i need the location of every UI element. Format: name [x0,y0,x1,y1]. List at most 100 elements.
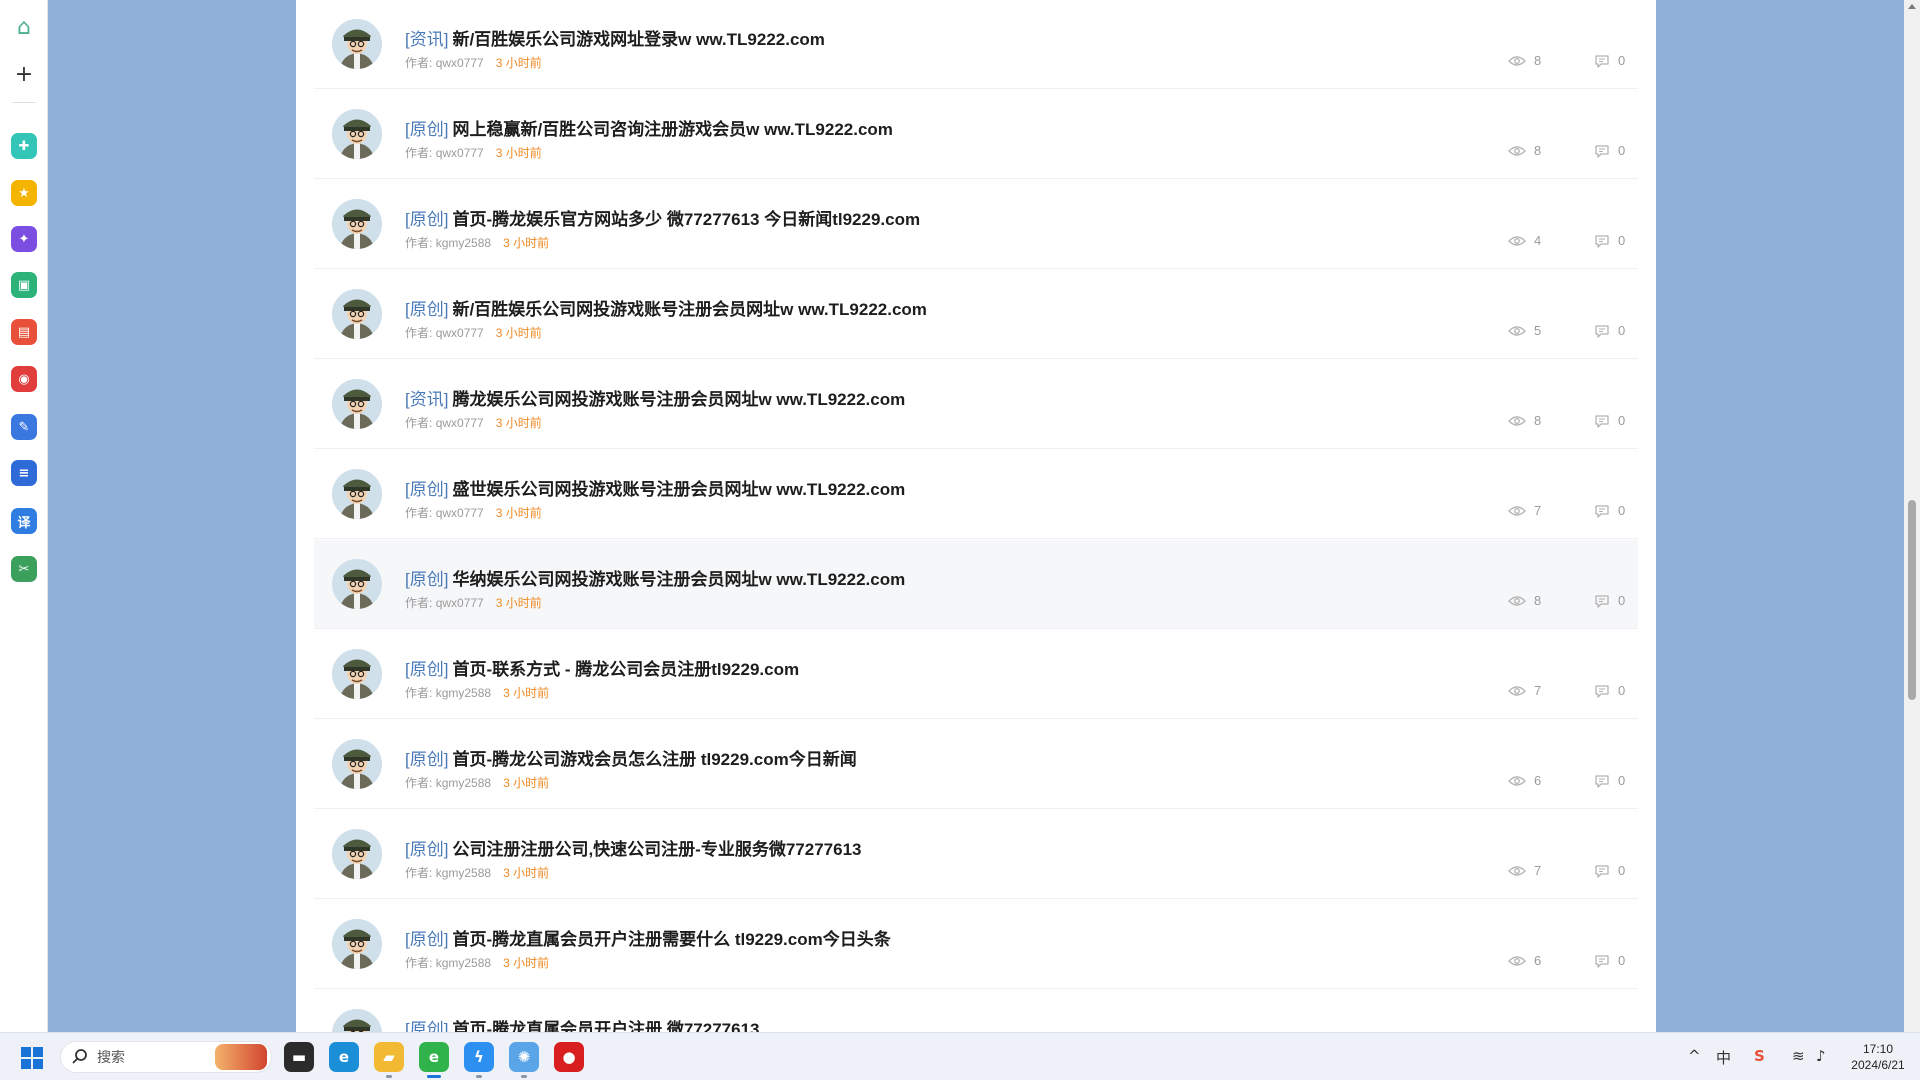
post-list-item[interactable]: [原创] 首页-腾龙直属会员开户注册 微77277613 [314,990,1638,1032]
post-list-item[interactable]: [资讯] 新/百胜娱乐公司游戏网址登录w ww.TL9222.com 作者: qwx… [314,0,1638,89]
windows-taskbar: 搜索 ▬ e ▰ e ϟ ✺ ● ^ 中 S ≋ ♪ 17:10 2024/6/21 [0,1032,1920,1080]
post-list-item[interactable]: [原创] 新/百胜娱乐公司网投游戏账号注册会员网址w ww.TL9222.com 作… [314,270,1638,359]
post-list-item[interactable]: [原创] 首页-腾龙娱乐官方网站多少 微77277613 今日新闻tl9229.c… [314,180,1638,269]
post-title-link[interactable]: 首页-联系方式 - 腾龙公司会员注册tl9229.com [452,660,799,679]
sidebar-home-icon[interactable]: ⌂ [11,14,37,40]
page-scrollbar[interactable] [1904,0,1920,1032]
eye-icon [1508,55,1526,67]
author-avatar[interactable] [332,19,382,69]
post-title-link[interactable]: 公司注册注册公司,快速公司注册-专业服务微77277613 [452,840,861,859]
author-avatar[interactable] [332,379,382,429]
author-avatar[interactable] [332,1009,382,1032]
taskbar-search-box[interactable]: 搜索 [60,1041,272,1073]
post-title-link[interactable]: 腾龙娱乐公司网投游戏账号注册会员网址w ww.TL9222.com [452,390,905,409]
post-meta: 作者: qwx0777 3 小时前 [405,144,542,161]
taskbar-edge-icon[interactable]: e [329,1042,359,1072]
post-title-link[interactable]: 首页-腾龙娱乐官方网站多少 微77277613 今日新闻tl9229.com [452,210,920,229]
post-list-item[interactable]: [原创] 首页-腾龙公司游戏会员怎么注册 tl9229.com今日新闻作者: kg… [314,720,1638,809]
author-avatar[interactable] [332,289,382,339]
taskbar-record-icon[interactable]: ● [554,1042,584,1072]
post-category-tag[interactable]: [原创] [405,930,448,949]
post-category-tag[interactable]: [原创] [405,660,448,679]
post-title-link[interactable]: 首页-腾龙直属会员开户注册 微77277613 [452,1020,759,1032]
volume-icon[interactable]: ♪ [1816,1047,1826,1065]
sidebar-ai-image-icon[interactable]: ▣ [11,272,37,298]
author-name[interactable]: kgmy2588 [436,866,491,880]
post-time: 3 小时前 [503,686,550,700]
post-title-link[interactable]: 新/百胜娱乐公司网投游戏账号注册会员网址w ww.TL9222.com [452,300,926,319]
start-button[interactable] [21,1047,43,1069]
taskbar-file-manager-icon[interactable]: ▬ [284,1042,314,1072]
post-category-tag[interactable]: [原创] [405,120,448,139]
taskbar-thunder-icon[interactable]: ϟ [464,1042,494,1072]
post-title-link[interactable]: 新/百胜娱乐公司游戏网址登录w ww.TL9222.com [452,30,824,49]
sidebar-ai-assistant-icon[interactable]: ✦ [11,226,37,252]
post-list-item[interactable]: [原创] 网上稳赢新/百胜公司咨询注册游戏会员w ww.TL9222.com 作者:… [314,90,1638,179]
post-list-item[interactable]: [原创] 首页-腾龙直属会员开户注册需要什么 tl9229.com今日头条 作者: … [314,900,1638,989]
taskbar-browser-green-icon[interactable]: e [419,1042,449,1072]
eye-icon [1508,775,1526,787]
author-name[interactable]: qwx0777 [436,56,484,70]
author-avatar[interactable] [332,739,382,789]
author-name[interactable]: qwx0777 [436,326,484,340]
post-category-tag[interactable]: [原创] [405,300,448,319]
author-name[interactable]: kgmy2588 [436,686,491,700]
taskbar-app-pinwheel-icon[interactable]: ✺ [509,1042,539,1072]
sogou-icon[interactable]: S [1754,1047,1765,1065]
author-name[interactable]: qwx0777 [436,146,484,160]
sidebar-app-green-icon[interactable]: ✚ [11,133,37,159]
sidebar-favorites-icon[interactable]: ★ [11,180,37,206]
post-title-link[interactable]: 华纳娱乐公司网投游戏账号注册会员网址w ww.TL9222.com [452,570,905,589]
post-category-tag[interactable]: [原创] [405,1020,448,1032]
author-avatar[interactable] [332,109,382,159]
post-title-link[interactable]: 首页-腾龙直属会员开户注册需要什么 tl9229.com今日头条 [452,930,890,949]
tray-chevron-icon[interactable]: ^ [1688,1047,1701,1065]
post-list-item[interactable]: [原创] 公司注册注册公司,快速公司注册-专业服务微77277613 作者: kgm… [314,810,1638,899]
post-title-link[interactable]: 盛世娱乐公司网投游戏账号注册会员网址w ww.TL9222.com [452,480,905,499]
post-category-tag[interactable]: [原创] [405,210,448,229]
post-title-link[interactable]: 首页-腾龙公司游戏会员怎么注册 tl9229.com今日新闻 [452,750,856,769]
taskbar-folder-icon[interactable]: ▰ [374,1042,404,1072]
post-list-item[interactable]: [原创] 首页-联系方式 - 腾龙公司会员注册tl9229.com 作者: kgmy… [314,630,1638,719]
post-title-link[interactable]: 网上稳赢新/百胜公司咨询注册游戏会员w ww.TL9222.com [452,120,892,139]
wifi-icon[interactable]: ≋ [1792,1047,1805,1065]
post-list-item[interactable]: [资讯] 腾龙娱乐公司网投游戏账号注册会员网址w ww.TL9222.com 作者:… [314,360,1638,449]
sidebar-ai-paint-icon[interactable]: ✎ [11,414,37,440]
post-title-line: [原创] 首页-腾龙直属会员开户注册需要什么 tl9229.com今日头条 [405,925,891,950]
sidebar-ai-pdf-icon[interactable]: ▤ [11,319,37,345]
author-name[interactable]: qwx0777 [436,506,484,520]
author-avatar[interactable] [332,469,382,519]
sidebar-ai-red-icon[interactable]: ◉ [11,366,37,392]
author-avatar[interactable] [332,919,382,969]
post-category-tag[interactable]: [原创] [405,750,448,769]
author-avatar[interactable] [332,199,382,249]
sidebar-scissors-icon[interactable]: ✂ [11,556,37,582]
author-avatar[interactable] [332,829,382,879]
view-count: 7 [1508,863,1541,878]
author-name[interactable]: qwx0777 [436,596,484,610]
author-name[interactable]: qwx0777 [436,416,484,430]
post-category-tag[interactable]: [原创] [405,570,448,589]
author-avatar[interactable] [332,559,382,609]
system-clock[interactable]: 17:10 2024/6/21 [1842,1041,1914,1073]
sidebar-add-icon[interactable]: + [11,61,37,87]
post-meta: 作者: kgmy2588 3 小时前 [405,774,549,791]
post-category-tag[interactable]: [原创] [405,480,448,499]
author-avatar[interactable] [332,649,382,699]
author-label: 作者: [405,596,433,610]
post-category-tag[interactable]: [资讯] [405,30,448,49]
scroll-up-arrow[interactable] [1908,4,1916,9]
sidebar-ai-doc-icon[interactable]: ≡ [11,460,37,486]
sidebar-translate-icon[interactable]: 译 [11,508,37,534]
author-name[interactable]: kgmy2588 [436,776,491,790]
post-list-item[interactable]: [原创] 盛世娱乐公司网投游戏账号注册会员网址w ww.TL9222.com 作者:… [314,450,1638,539]
author-name[interactable]: kgmy2588 [436,236,491,250]
post-list-item[interactable]: [原创] 华纳娱乐公司网投游戏账号注册会员网址w ww.TL9222.com 作者:… [314,540,1638,629]
post-category-tag[interactable]: [原创] [405,840,448,859]
comment-icon [1594,864,1610,878]
scroll-thumb[interactable] [1908,500,1916,700]
sidebar-divider [12,102,36,103]
ime-icon[interactable]: 中 [1716,1047,1731,1068]
post-category-tag[interactable]: [资讯] [405,390,448,409]
author-name[interactable]: kgmy2588 [436,956,491,970]
